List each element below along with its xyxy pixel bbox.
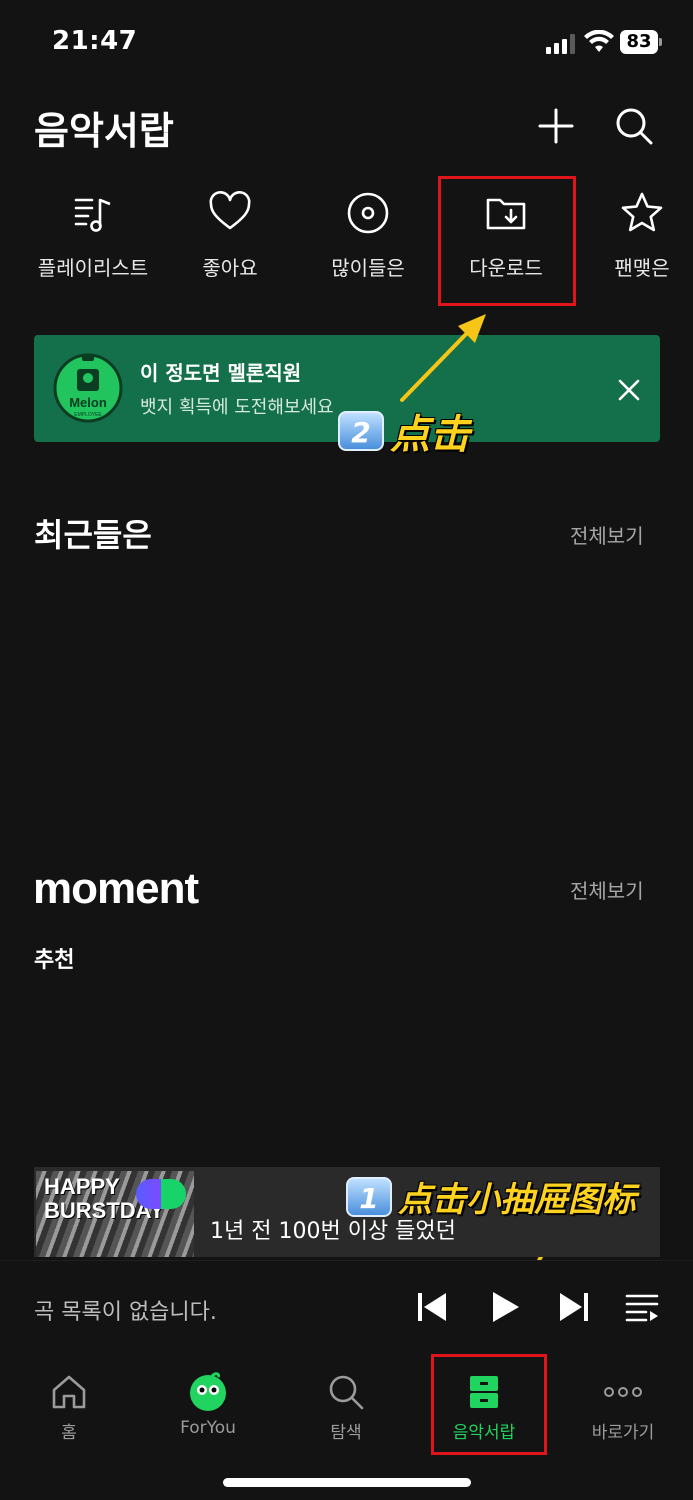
tab-home[interactable]: 홈 — [14, 1372, 124, 1443]
tab-explore[interactable]: 탐색 — [291, 1372, 401, 1443]
step-text: 点击 — [390, 412, 470, 458]
moment-bubble-icon — [136, 1179, 186, 1209]
moment-logo: moment — [33, 864, 199, 913]
player-empty-text: 곡 목록이 없습니다. — [34, 1300, 217, 1325]
moment-card-thumbnail: HAPPY BURSTDAY — [36, 1171, 194, 1257]
tab-music-drawer[interactable]: 음악서랍 — [429, 1372, 539, 1443]
step-2-annotation: 2 点击 — [338, 402, 470, 460]
more-dots-icon — [604, 1387, 642, 1397]
recent-section-title: 최근들은 — [34, 516, 152, 554]
step-number: 2 — [338, 411, 384, 451]
home-indicator — [223, 1478, 471, 1487]
next-track-icon[interactable] — [556, 1289, 592, 1325]
moment-see-all-link[interactable]: 전체보기 — [570, 875, 644, 904]
previous-track-icon[interactable] — [414, 1289, 450, 1325]
tab-label: ForYou — [180, 1418, 236, 1438]
step-number: 1 — [346, 1176, 392, 1217]
recent-see-all-link[interactable]: 전체보기 — [570, 520, 644, 549]
tab-label: 음악서랍 — [452, 1423, 516, 1443]
drawer-icon — [470, 1376, 498, 1408]
tab-foryou[interactable]: ForYou — [153, 1372, 263, 1442]
moment-recommend-label: 추천 — [34, 948, 75, 973]
step-text: 点击小抽屉图标 — [398, 1180, 636, 1220]
tab-label: 홈 — [61, 1423, 77, 1443]
tab-label: 탐색 — [330, 1423, 362, 1443]
playlist-icon[interactable] — [624, 1289, 660, 1325]
mini-player: 곡 목록이 없습니다. — [0, 1260, 693, 1350]
search-icon — [329, 1375, 364, 1410]
tab-shortcuts[interactable]: 바로가기 — [568, 1372, 678, 1443]
home-icon — [52, 1375, 86, 1409]
tab-label: 바로가기 — [591, 1423, 655, 1443]
foryou-character-icon — [190, 1372, 226, 1411]
play-icon[interactable] — [486, 1289, 522, 1325]
step-1-annotation: 1 点击小抽屉图标 — [346, 1172, 636, 1221]
